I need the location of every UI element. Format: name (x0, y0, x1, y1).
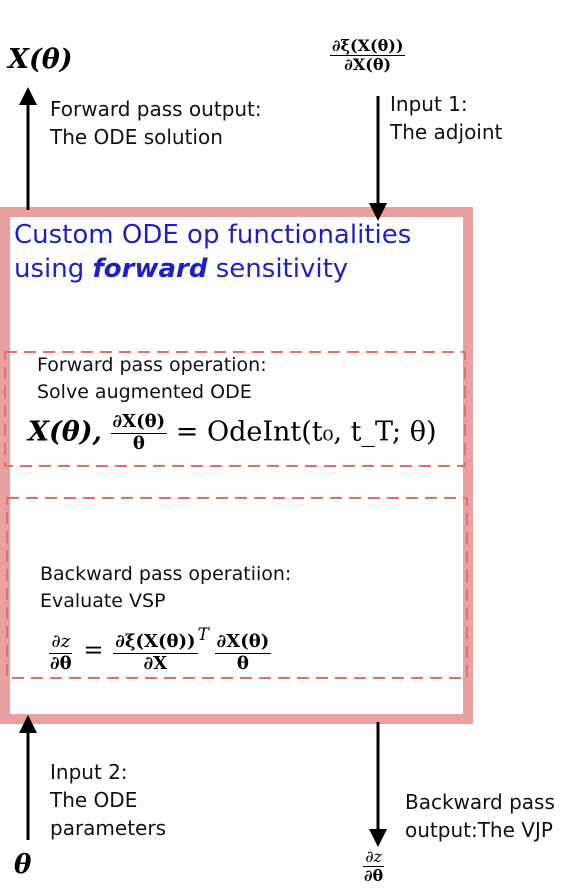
forward-eq-frac-den: θ (132, 432, 145, 454)
vjp-numerator: ∂z (363, 847, 384, 868)
forward-op-line1: Forward pass operation: (37, 354, 267, 376)
forward-output-label: Forward pass output: The ODE solution (50, 95, 262, 151)
adjoint-fraction: ∂ξ(X(θ)) ∂X(θ) (330, 36, 406, 75)
backward-eq-f1-num: ∂ξ(X(θ)) (113, 630, 198, 654)
box-title-line2: using forward sensitivity (14, 252, 411, 286)
parameters-input-label: Input 2: The ODE parameters (50, 758, 166, 842)
box-title-pre: using (14, 254, 93, 284)
backward-op-line1: Backward pass operatiion: (40, 563, 292, 585)
parameter-symbol: θ (14, 850, 32, 880)
box-title-post: sensitivity (207, 254, 349, 284)
forward-eq-lhs: X(θ), (28, 416, 102, 448)
vjp-output-label-line1: Backward pass (405, 790, 555, 814)
forward-output-label-line1: Forward pass output: (50, 97, 262, 121)
box-title: Custom ODE op functionalities using forw… (14, 218, 411, 286)
vjp-output-label-line2: output:The VJP (405, 818, 553, 842)
backward-eq-lhs-num: ∂z (49, 630, 73, 654)
forward-op-equation: X(θ), ∂X(θ) θ = OdeInt(t₀, t_T; θ) (28, 411, 437, 454)
box-title-emphasis: forward (92, 254, 208, 284)
adjoint-input-label-line2: The adjoint (390, 120, 503, 144)
forward-output-symbol: X(θ) (8, 44, 73, 75)
backward-eq-transpose: T (197, 625, 209, 645)
vjp-output-label: Backward pass output:The VJP (405, 788, 555, 844)
forward-op-line2: Solve augmented ODE (37, 381, 252, 403)
adjoint-input-label: Input 1: The adjoint (390, 90, 502, 146)
backward-eq-f2-num: ∂X(θ) (214, 630, 272, 654)
adjoint-numerator: ∂ξ(X(θ)) (330, 36, 406, 57)
forward-eq-frac-num: ∂X(θ) (110, 411, 168, 434)
vjp-fraction: ∂z ∂θ (362, 847, 385, 886)
backward-op-line2: Evaluate VSP (40, 590, 166, 612)
forward-eq-rhs: = OdeInt(t₀, t_T; θ) (175, 416, 437, 448)
parameters-label-line1: Input 2: (50, 760, 128, 784)
vjp-denominator: ∂θ (364, 866, 384, 886)
parameters-label-line2: The ODE (50, 788, 138, 812)
backward-op-text: Backward pass operatiion: Evaluate VSP (40, 561, 291, 615)
box-title-line1: Custom ODE op functionalities (14, 220, 412, 250)
backward-eq-f2-den: θ (236, 652, 249, 674)
backward-eq-f1-den: ∂X (143, 652, 168, 674)
backward-op-equation: ∂z ∂θ = ∂ξ(X(θ)) ∂X T ∂X(θ) θ (48, 625, 272, 674)
adjoint-input-label-line1: Input 1: (390, 92, 468, 116)
forward-op-text: Forward pass operation: Solve augmented … (37, 352, 267, 406)
adjoint-denominator: ∂X(θ) (344, 55, 392, 75)
forward-output-label-line2: The ODE solution (50, 125, 223, 149)
parameters-label-line3: parameters (50, 816, 167, 840)
backward-eq-equals: = (83, 636, 104, 664)
backward-eq-lhs-den: ∂θ (50, 652, 72, 674)
